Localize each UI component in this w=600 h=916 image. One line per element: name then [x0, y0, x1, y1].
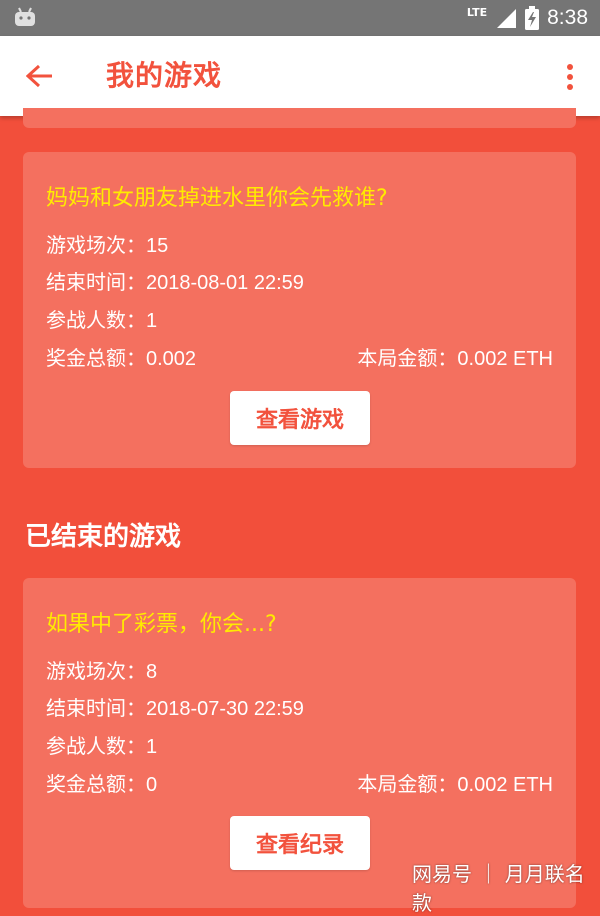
round-amount-label: 本局金额： — [357, 774, 458, 796]
round-amount-value: 0.002 ETH — [457, 348, 553, 370]
view-record-button[interactable]: 查看纪录 — [230, 816, 370, 870]
status-bar: LTE 8:38 — [0, 0, 600, 36]
status-time: 8:38 — [547, 6, 588, 29]
prize-row: 奖金总额：0.002 — [46, 342, 196, 371]
network-type-label: LTE — [466, 5, 488, 19]
watermark: 网易号 ｜ 月月联名款 — [412, 862, 585, 915]
round-amount-label: 本局金额： — [357, 348, 458, 370]
game-session-label: 游戏场次： — [46, 233, 146, 257]
players-value: 1 — [146, 736, 158, 758]
prize-value: 0 — [146, 774, 158, 796]
more-options-icon[interactable] — [562, 62, 578, 92]
round-amount-row: 本局金额：0.002 ETH — [357, 342, 553, 371]
game-card: 妈妈和女朋友掉进水里你会先救谁? 游戏场次：15 结束时间：2018-08-01… — [23, 152, 576, 468]
end-time-row: 结束时间：2018-07-30 22:59 — [46, 692, 304, 721]
back-arrow-icon[interactable] — [26, 64, 54, 88]
page-title: 我的游戏 — [106, 59, 223, 92]
battery-charging-icon — [525, 6, 540, 30]
round-amount-row: 本局金额：0.002 ETH — [357, 768, 553, 797]
end-time-value: 2018-07-30 22:59 — [146, 698, 304, 720]
players-value: 1 — [146, 310, 158, 332]
players-row: 参战人数：1 — [46, 730, 157, 759]
end-time-value: 2018-08-01 22:59 — [146, 272, 304, 294]
prize-label: 奖金总额： — [46, 772, 146, 796]
prize-row: 奖金总额：0 — [46, 768, 157, 797]
game-session-label: 游戏场次： — [46, 659, 146, 683]
players-label: 参战人数： — [46, 308, 146, 332]
end-time-label: 结束时间： — [46, 270, 146, 294]
players-label: 参战人数： — [46, 734, 146, 758]
players-row: 参战人数：1 — [46, 304, 157, 333]
signal-icon — [497, 9, 517, 28]
prize-value: 0.002 — [146, 348, 197, 370]
round-amount-value: 0.002 ETH — [457, 774, 553, 796]
game-question-title: 如果中了彩票，你会...? — [46, 612, 277, 637]
android-notification-icon — [15, 7, 35, 26]
game-session-row: 游戏场次：8 — [46, 655, 157, 684]
ended-games-heading: 已结束的游戏 — [25, 522, 182, 552]
game-session-row: 游戏场次：15 — [46, 229, 168, 258]
prize-label: 奖金总额： — [46, 346, 146, 370]
game-question-title: 妈妈和女朋友掉进水里你会先救谁? — [46, 186, 388, 211]
app-toolbar: 我的游戏 — [0, 36, 600, 116]
previous-card-edge — [23, 108, 576, 128]
end-time-label: 结束时间： — [46, 696, 146, 720]
view-game-button[interactable]: 查看游戏 — [230, 391, 370, 445]
game-session-value: 15 — [146, 235, 169, 257]
end-time-row: 结束时间：2018-08-01 22:59 — [46, 266, 304, 295]
game-session-value: 8 — [146, 661, 158, 683]
